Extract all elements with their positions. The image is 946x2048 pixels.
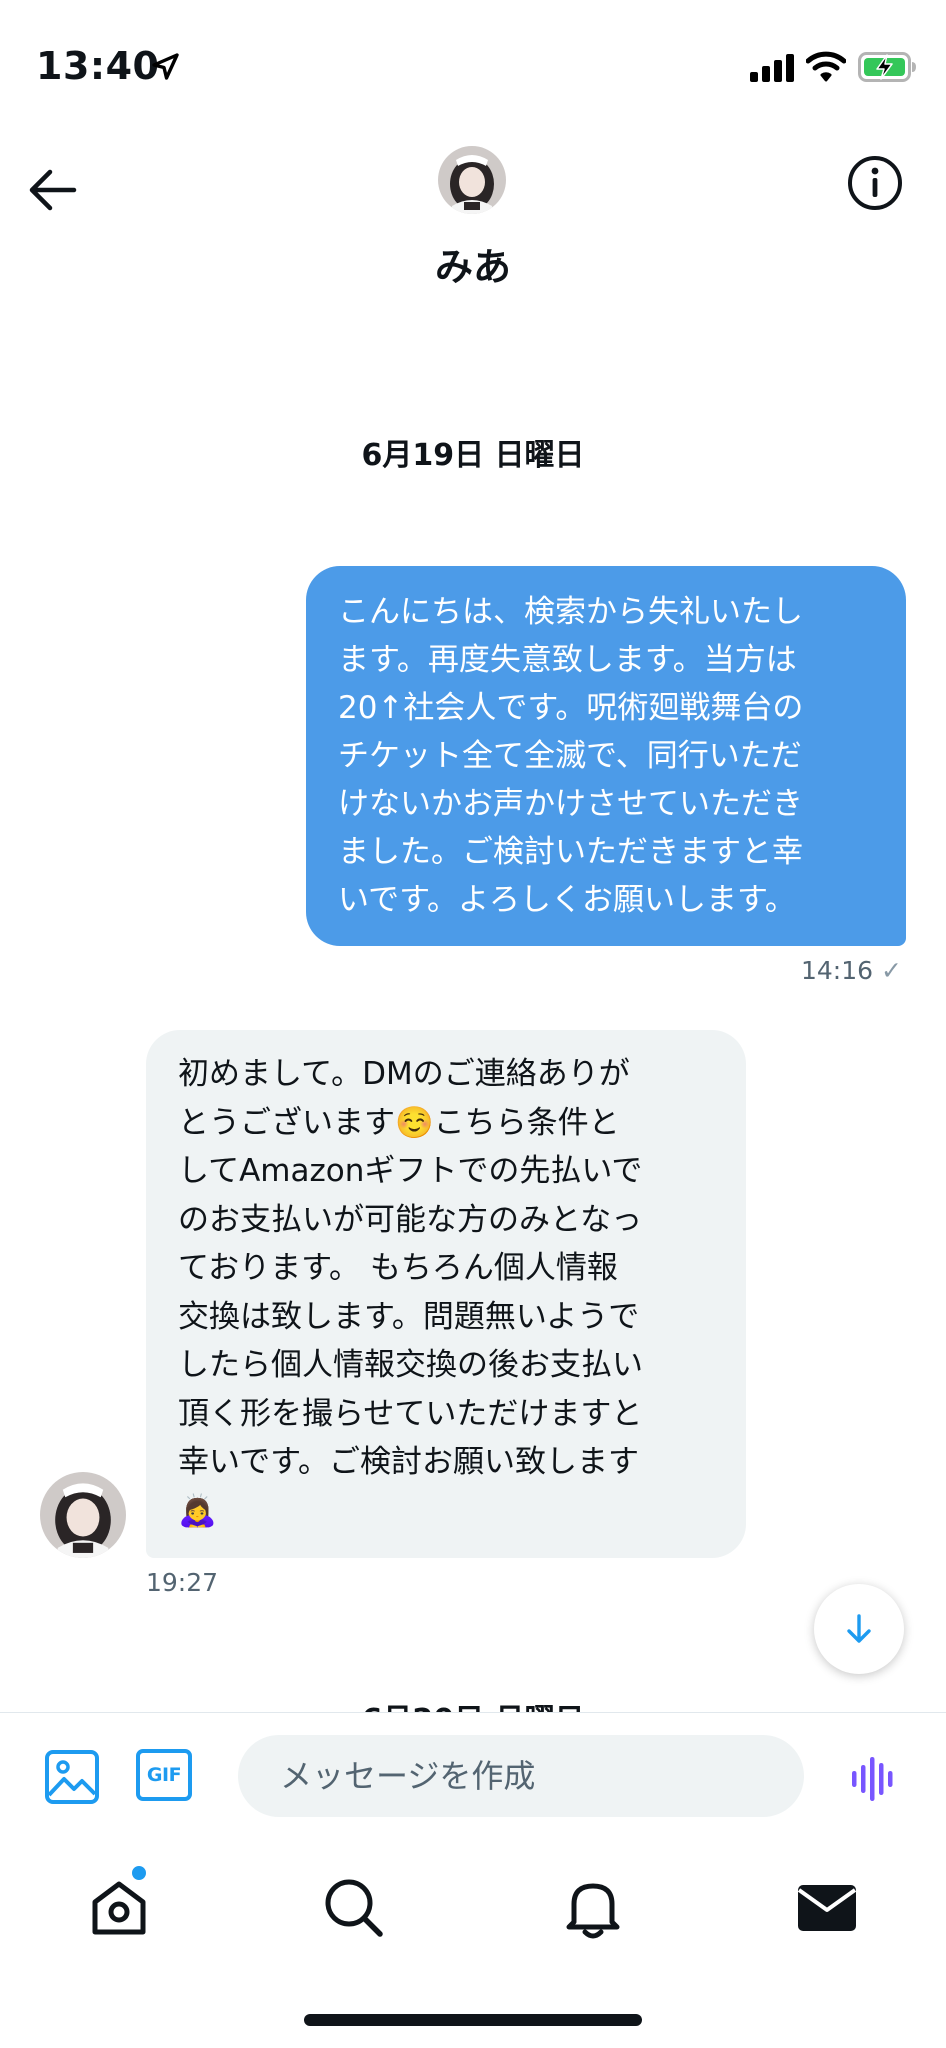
message-line: いです。よろしくお願いします。 bbox=[338, 882, 796, 918]
bottom-tab-bar bbox=[0, 1842, 946, 2048]
message-line: 頂く形を撮らせていただけますと bbox=[178, 1395, 643, 1432]
search-icon[interactable] bbox=[318, 1872, 388, 1942]
date-separator: 6月20日 月曜日 bbox=[0, 1690, 946, 1712]
back-button[interactable] bbox=[26, 160, 86, 220]
message-line: 交換は致します。問題無いようで bbox=[178, 1298, 640, 1335]
mail-icon[interactable] bbox=[792, 1872, 862, 1942]
message-line: 初めまして。DMのご連絡ありが bbox=[178, 1056, 630, 1092]
scroll-to-bottom-button[interactable] bbox=[814, 1584, 904, 1674]
message-line: ます。再度失意致します。当方は bbox=[338, 642, 797, 678]
sender-avatar[interactable] bbox=[40, 1472, 126, 1558]
conversation-name: みあ bbox=[434, 245, 511, 289]
status-bar: 13:40 bbox=[0, 0, 946, 140]
gif-label: GIF bbox=[146, 1764, 182, 1786]
read-check-icon: ✓ bbox=[881, 956, 902, 985]
message-line: したら個人情報交換の後お支払い bbox=[178, 1347, 643, 1383]
image-icon[interactable] bbox=[44, 1749, 100, 1805]
message-composer: GIF bbox=[0, 1712, 946, 1843]
voice-icon[interactable] bbox=[850, 1757, 898, 1801]
conversation-header: みあ bbox=[0, 140, 946, 300]
message-time: 19:27 bbox=[146, 1568, 219, 1597]
date-separator: 6月19日 日曜日 bbox=[361, 438, 585, 473]
gif-button[interactable]: GIF bbox=[136, 1749, 192, 1801]
info-icon[interactable] bbox=[846, 154, 904, 212]
message-line: 🙇‍♀️ bbox=[178, 1492, 217, 1529]
message-line: こんにちは、検索から失礼いたし bbox=[338, 594, 803, 630]
home-indicator bbox=[304, 2014, 642, 2026]
message-line: ました。ご検討いただきますと幸 bbox=[338, 834, 803, 870]
status-time: 13:40 bbox=[36, 44, 160, 88]
message-time: 14:16 bbox=[801, 956, 874, 985]
message-line: 幸いです。ご検討お願い致します bbox=[178, 1444, 639, 1480]
bell-icon[interactable] bbox=[558, 1872, 628, 1942]
notification-dot bbox=[130, 1864, 148, 1882]
avatar[interactable] bbox=[438, 146, 506, 214]
message-input[interactable] bbox=[238, 1735, 804, 1817]
message-line: とうございます☺️こちら条件と bbox=[178, 1104, 620, 1141]
message-line: けないかお声かけさせていただき bbox=[338, 786, 803, 822]
message-line: 20↑社会人です。呪術廻戦舞台の bbox=[338, 690, 804, 726]
avatar-image bbox=[438, 146, 506, 214]
date-separator-label: 6月20日 月曜日 bbox=[0, 1695, 946, 1712]
wifi-icon bbox=[806, 51, 846, 82]
message-line: してAmazonギフトでの先払いで bbox=[178, 1153, 643, 1189]
incoming-message-bubble[interactable]: 初めまして。DMのご連絡ありが とうございます☺️こちら条件と してAmazon… bbox=[146, 1030, 746, 1558]
home-icon[interactable] bbox=[84, 1872, 154, 1942]
message-line: チケット全て全滅で、同行いただ bbox=[338, 738, 802, 774]
outgoing-message-meta: 14:16 ✓ bbox=[801, 956, 902, 985]
outgoing-message-bubble[interactable]: こんにちは、検索から失礼いたし ます。再度失意致します。当方は 20↑社会人です… bbox=[306, 566, 906, 946]
avatar-image bbox=[40, 1472, 126, 1558]
battery-charging-icon bbox=[858, 52, 916, 82]
location-arrow-icon bbox=[152, 53, 179, 80]
message-line: のお支払いが可能な方のみとなっ bbox=[178, 1201, 643, 1238]
cellular-signal-icon bbox=[750, 54, 794, 82]
arrow-down-icon bbox=[847, 1614, 871, 1643]
message-line: ております。 もちろん個人情報 bbox=[178, 1250, 618, 1286]
